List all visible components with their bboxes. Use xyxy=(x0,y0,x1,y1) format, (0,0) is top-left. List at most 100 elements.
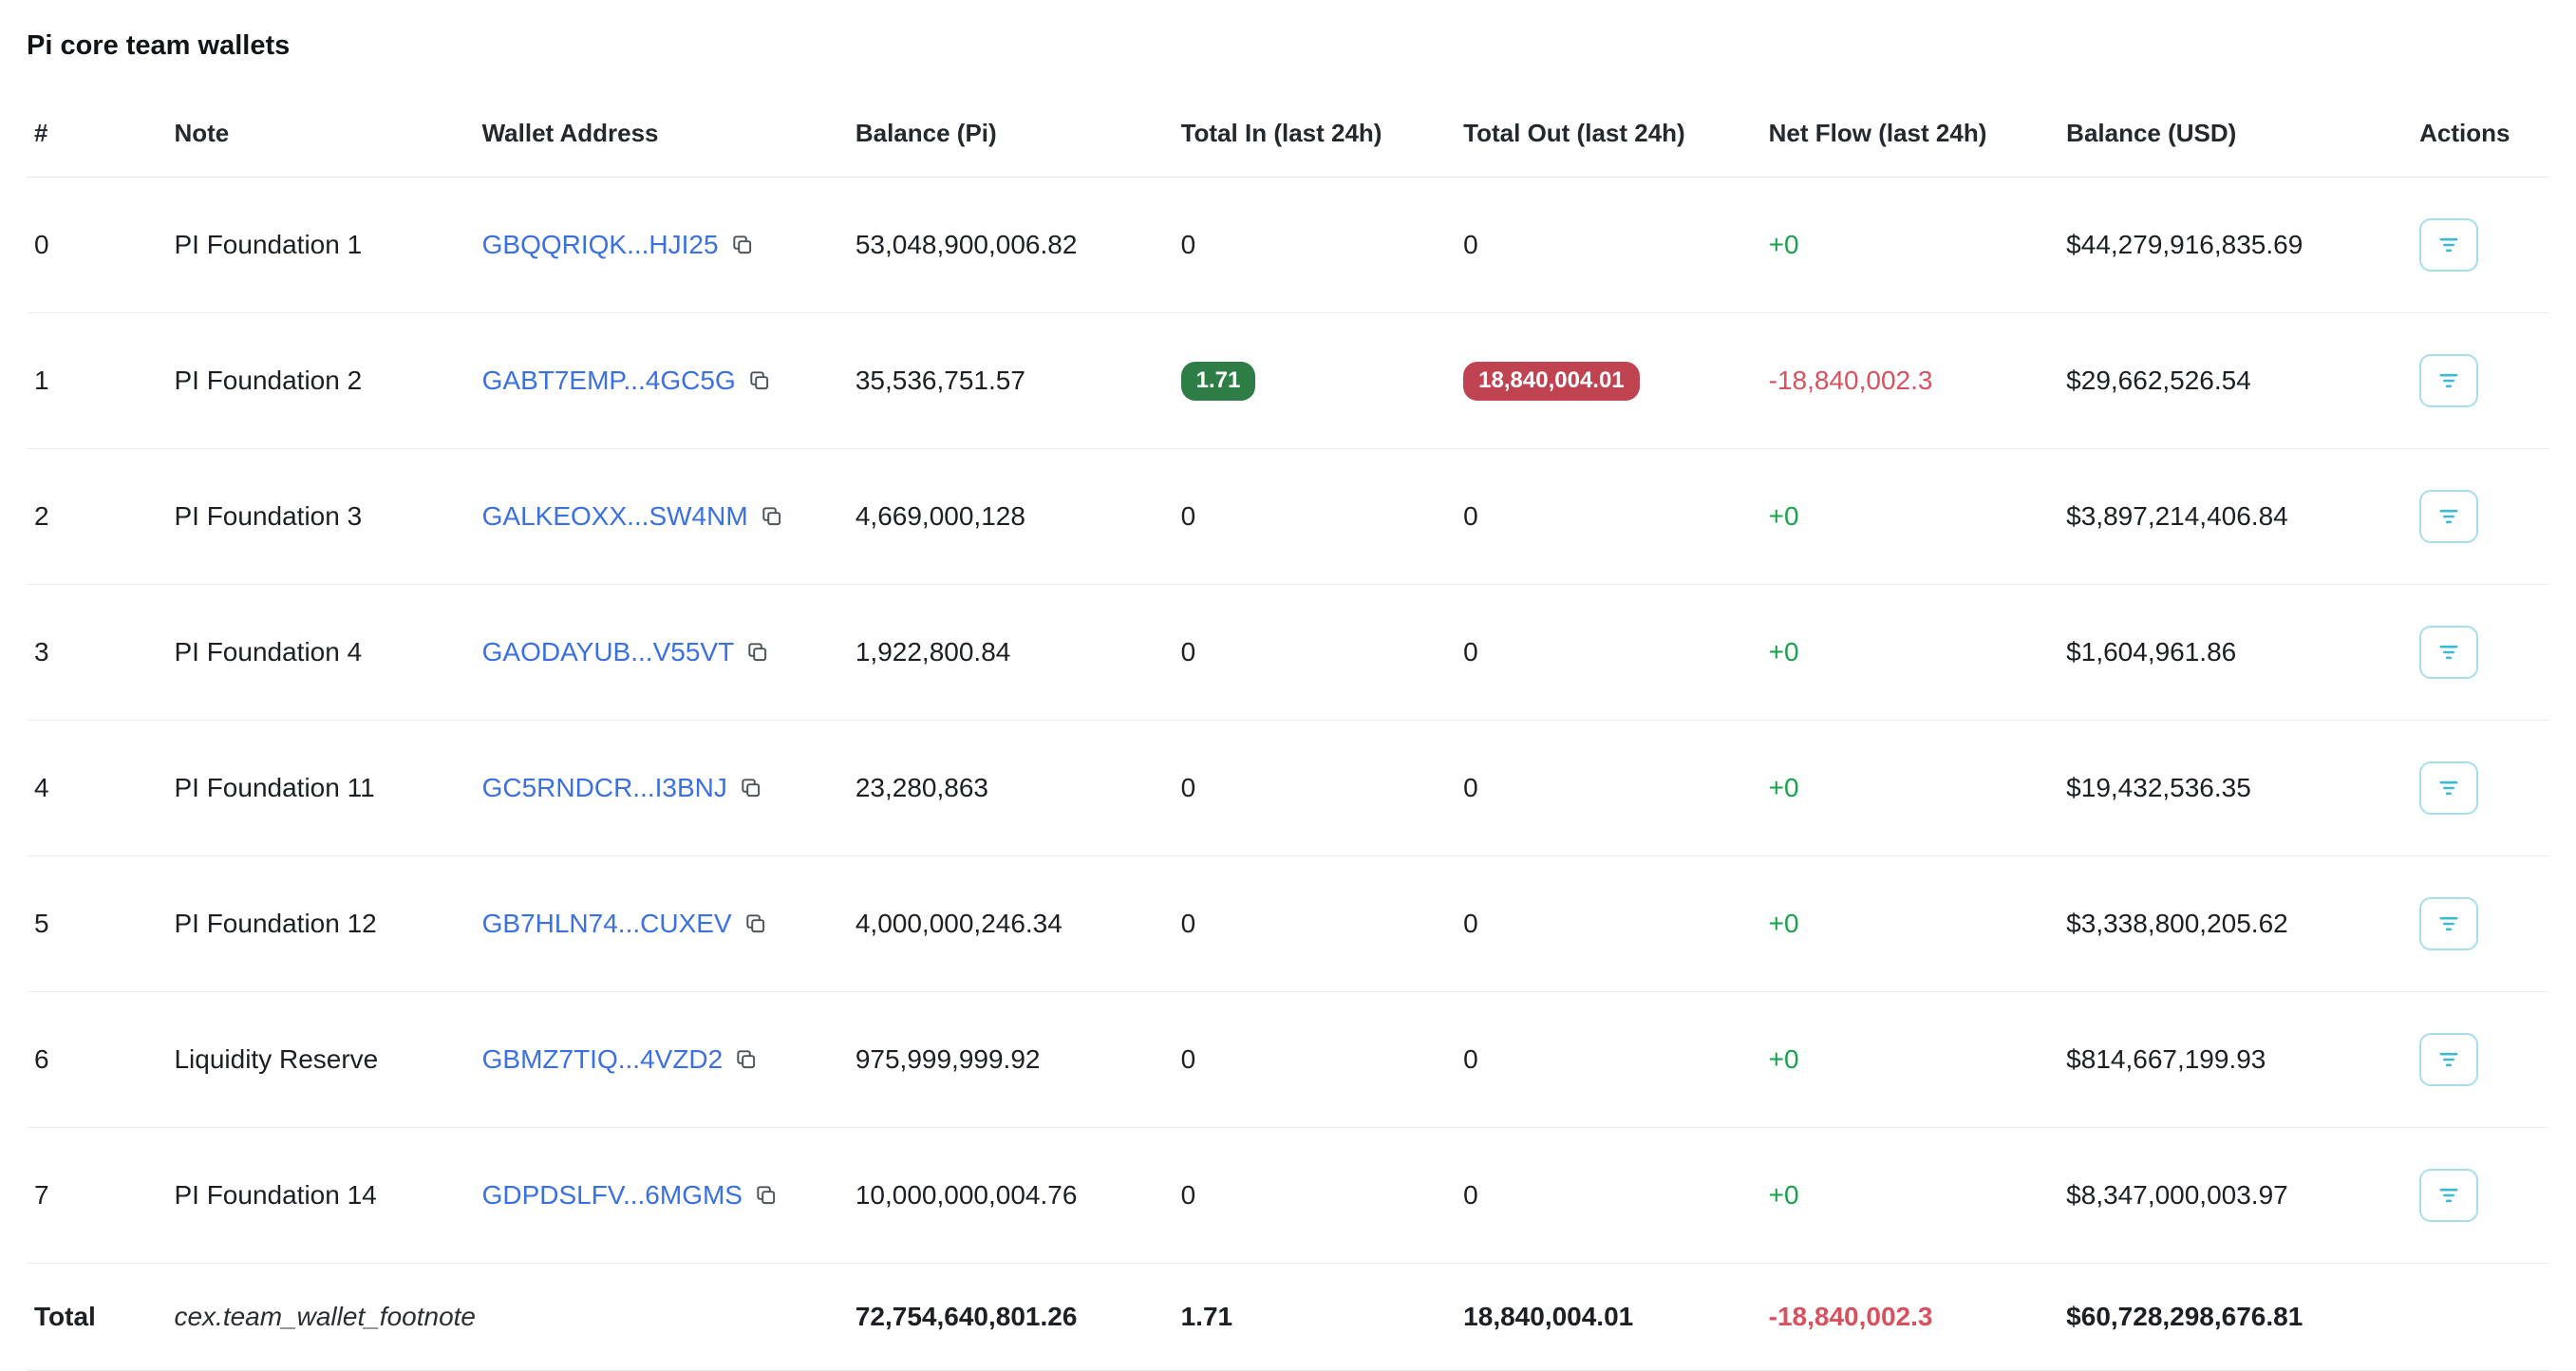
balance-pi: 975,999,999.92 xyxy=(844,992,1170,1128)
row-actions-button[interactable] xyxy=(2419,354,2478,407)
total-in: 0 xyxy=(1170,585,1453,721)
filter-icon xyxy=(2435,503,2462,530)
copy-icon[interactable] xyxy=(743,911,768,936)
wallet-address-link[interactable]: GAODAYUB...V55VT xyxy=(482,637,735,667)
total-wallet-address-empty xyxy=(471,1264,844,1371)
actions-cell xyxy=(2408,1128,2549,1264)
wallet-address-cell: GC5RNDCR...I3BNJ xyxy=(471,721,844,856)
wallet-address-link[interactable]: GB7HLN74...CUXEV xyxy=(482,909,732,939)
table-row: 1PI Foundation 2GABT7EMP...4GC5G35,536,7… xyxy=(27,313,2549,449)
actions-cell xyxy=(2408,178,2549,313)
wallet-address-link[interactable]: GBMZ7TIQ...4VZD2 xyxy=(482,1044,724,1075)
row-actions-button[interactable] xyxy=(2419,1169,2478,1222)
row-actions-button[interactable] xyxy=(2419,218,2478,272)
row-actions-button[interactable] xyxy=(2419,626,2478,679)
row-index: 2 xyxy=(27,449,162,585)
row-index: 6 xyxy=(27,992,162,1128)
total-out: 18,840,004.01 xyxy=(1452,1264,1757,1371)
column-header-actions: Actions xyxy=(2408,96,2549,178)
wallet-address-link[interactable]: GC5RNDCR...I3BNJ xyxy=(482,773,727,803)
wallet-note: PI Foundation 4 xyxy=(162,585,470,721)
wallet-note: PI Foundation 14 xyxy=(162,1128,470,1264)
wallet-note: PI Foundation 3 xyxy=(162,449,470,585)
copy-icon[interactable] xyxy=(747,368,772,393)
column-header-total-out-last-24h: Total Out (last 24h) xyxy=(1452,96,1757,178)
row-index: 3 xyxy=(27,585,162,721)
row-actions-button[interactable] xyxy=(2419,761,2478,815)
wallet-address-link[interactable]: GALKEOXX...SW4NM xyxy=(482,501,748,532)
filter-icon xyxy=(2435,1046,2462,1073)
wallet-address-link[interactable]: GBQQRIQK...HJI25 xyxy=(482,230,719,260)
row-actions-button[interactable] xyxy=(2419,1033,2478,1086)
row-index: 7 xyxy=(27,1128,162,1264)
row-index: 1 xyxy=(27,313,162,449)
total-out: 0 xyxy=(1452,1128,1757,1264)
copy-icon[interactable] xyxy=(754,1183,779,1208)
balance-usd: $3,338,800,205.62 xyxy=(2055,856,2408,992)
wallet-address-link[interactable]: GDPDSLFV...6MGMS xyxy=(482,1180,743,1211)
actions-cell xyxy=(2408,585,2549,721)
total-out: 0 xyxy=(1452,178,1757,313)
copy-icon[interactable] xyxy=(760,504,784,529)
wallet-address-link[interactable]: GABT7EMP...4GC5G xyxy=(482,366,736,396)
wallet-address-cell: GB7HLN74...CUXEV xyxy=(471,856,844,992)
actions-cell xyxy=(2408,721,2549,856)
total-in-badge: 1.71 xyxy=(1181,362,1256,401)
wallet-note: PI Foundation 2 xyxy=(162,313,470,449)
table-header-row: #NoteWallet AddressBalance (Pi)Total In … xyxy=(27,96,2549,178)
table-row: 2PI Foundation 3GALKEOXX...SW4NM4,669,00… xyxy=(27,449,2549,585)
row-actions-button[interactable] xyxy=(2419,897,2478,950)
actions-cell xyxy=(2408,992,2549,1128)
total-in: 0 xyxy=(1170,449,1453,585)
copy-icon[interactable] xyxy=(745,640,770,665)
total-in: 0 xyxy=(1170,1128,1453,1264)
total-out-badge: 18,840,004.01 xyxy=(1463,362,1639,401)
balance-usd: $44,279,916,835.69 xyxy=(2055,178,2408,313)
total-out: 0 xyxy=(1452,721,1757,856)
total-row: Total cex.team_wallet_footnote 72,754,64… xyxy=(27,1264,2549,1371)
net-flow: +0 xyxy=(1758,449,2056,585)
wallet-address-cell: GDPDSLFV...6MGMS xyxy=(471,1128,844,1264)
wallet-address-cell: GBQQRIQK...HJI25 xyxy=(471,178,844,313)
balance-pi: 4,000,000,246.34 xyxy=(844,856,1170,992)
filter-icon xyxy=(2435,367,2462,394)
total-in: 0 xyxy=(1170,856,1453,992)
column-header-note: Note xyxy=(162,96,470,178)
total-out: 0 xyxy=(1452,585,1757,721)
total-in: 0 xyxy=(1170,178,1453,313)
net-flow: +0 xyxy=(1758,992,2056,1128)
table-row: 0PI Foundation 1GBQQRIQK...HJI2553,048,9… xyxy=(27,178,2549,313)
balance-usd: $8,347,000,003.97 xyxy=(2055,1128,2408,1264)
copy-icon[interactable] xyxy=(730,233,755,257)
table-row: 3PI Foundation 4GAODAYUB...V55VT1,922,80… xyxy=(27,585,2549,721)
column-header-balance-usd: Balance (USD) xyxy=(2055,96,2408,178)
balance-pi: 23,280,863 xyxy=(844,721,1170,856)
copy-icon[interactable] xyxy=(734,1047,759,1072)
copy-icon[interactable] xyxy=(739,776,763,800)
page-title: Pi core team wallets xyxy=(27,30,2549,62)
total-balance-usd: $60,728,298,676.81 xyxy=(2055,1264,2408,1371)
row-index: 5 xyxy=(27,856,162,992)
net-flow: +0 xyxy=(1758,1128,2056,1264)
total-in: 0 xyxy=(1170,992,1453,1128)
column-header-total-in-last-24h: Total In (last 24h) xyxy=(1170,96,1453,178)
team-wallets-table: #NoteWallet AddressBalance (Pi)Total In … xyxy=(27,96,2549,1371)
filter-icon xyxy=(2435,232,2462,258)
actions-cell xyxy=(2408,449,2549,585)
wallet-note: Liquidity Reserve xyxy=(162,992,470,1128)
row-actions-button[interactable] xyxy=(2419,490,2478,543)
wallet-address-cell: GBMZ7TIQ...4VZD2 xyxy=(471,992,844,1128)
balance-usd: $814,667,199.93 xyxy=(2055,992,2408,1128)
table-body: 0PI Foundation 1GBQQRIQK...HJI2553,048,9… xyxy=(27,178,2549,1264)
table-row: 6Liquidity Reserve GBMZ7TIQ...4VZD2 975,99… xyxy=(27,992,2549,1128)
actions-cell xyxy=(2408,313,2549,449)
total-actions-empty xyxy=(2408,1264,2549,1371)
column-header-: # xyxy=(27,96,162,178)
wallet-address-cell: GAODAYUB...V55VT xyxy=(471,585,844,721)
net-flow: +0 xyxy=(1758,856,2056,992)
table-row: 7PI Foundation 14GDPDSLFV...6MGMS10,000,… xyxy=(27,1128,2549,1264)
net-flow: +0 xyxy=(1758,178,2056,313)
balance-usd: $3,897,214,406.84 xyxy=(2055,449,2408,585)
net-flow: +0 xyxy=(1758,721,2056,856)
total-in: 1.71 xyxy=(1170,1264,1453,1371)
